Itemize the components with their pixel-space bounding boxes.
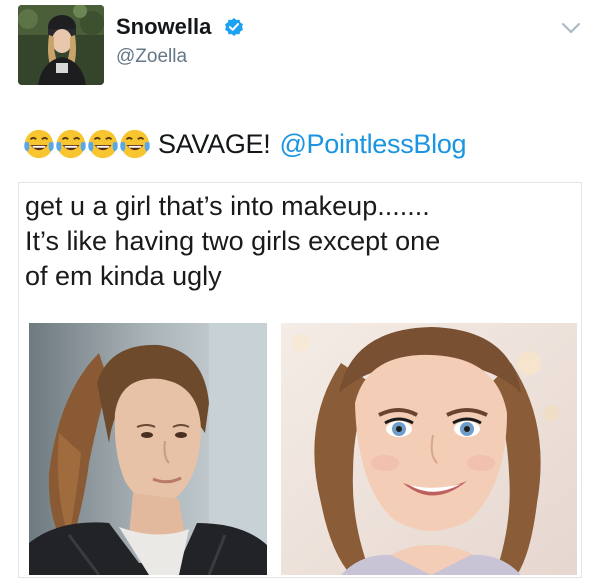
user-handle[interactable]: @Zoella xyxy=(116,46,187,68)
mention-link[interactable]: @PointlessBlog xyxy=(279,129,466,160)
meme-caption-line: It’s like having two girls except one xyxy=(25,226,441,256)
face-with-tears-of-joy-icon xyxy=(24,129,54,159)
face-with-tears-of-joy-icon xyxy=(120,129,150,159)
meme-caption-line: of em kinda ugly xyxy=(25,261,222,291)
avatar-photo xyxy=(18,5,104,85)
tweet-card: Snowella @Zoella SAVAGE! @PointlessBlog … xyxy=(0,0,600,588)
face-with-tears-of-joy-icon xyxy=(56,129,86,159)
tweet-text: SAVAGE! @PointlessBlog xyxy=(22,124,467,164)
meme-caption: get u a girl that’s into makeup....... I… xyxy=(25,189,575,294)
avatar[interactable] xyxy=(18,5,104,85)
meme-caption-line: get u a girl that’s into makeup....... xyxy=(25,191,430,221)
photo-without-makeup xyxy=(29,323,267,575)
verified-badge-icon xyxy=(225,18,243,36)
face-with-tears-of-joy-icon xyxy=(88,129,118,159)
display-name[interactable]: Snowella xyxy=(116,14,211,40)
chevron-down-icon[interactable] xyxy=(560,20,582,36)
photo-with-makeup xyxy=(281,323,577,575)
emoji-group xyxy=(22,127,150,161)
tweet-body-text: SAVAGE! xyxy=(158,128,271,159)
tweet-media[interactable]: get u a girl that’s into makeup....... I… xyxy=(18,182,582,578)
